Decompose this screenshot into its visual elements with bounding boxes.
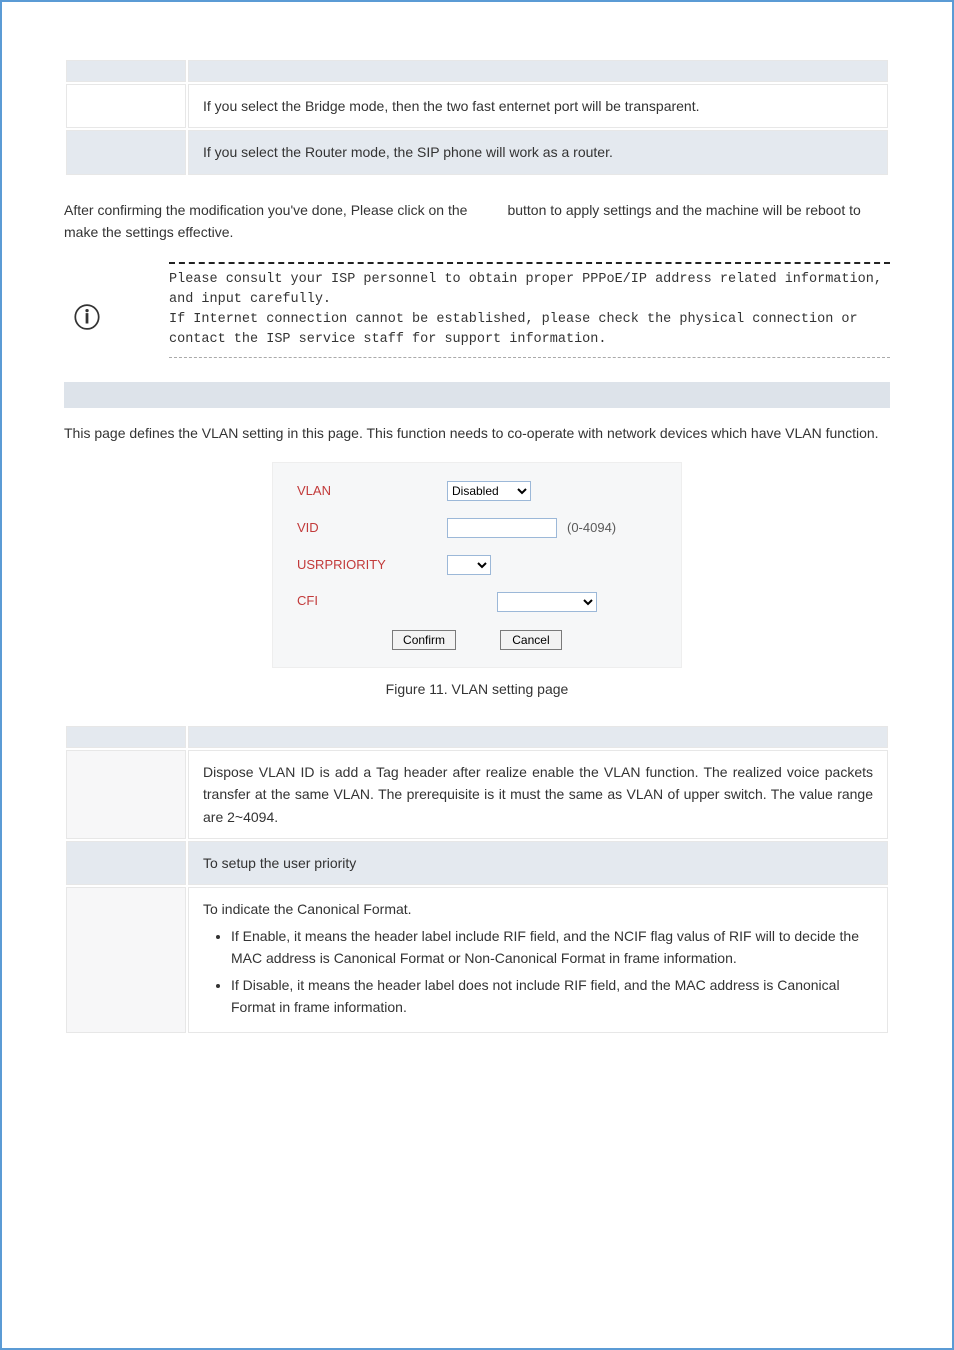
vlan-enable-label: VLAN	[297, 481, 447, 502]
info-icon: ⓘ	[64, 262, 104, 340]
vid-range-label: (0-4094)	[567, 518, 616, 539]
spec-vid-text: Dispose VLAN ID is add a Tag header afte…	[188, 750, 888, 839]
section-banner	[64, 382, 890, 408]
usrpriority-select[interactable]	[447, 555, 491, 575]
spec-usrpriority-text: To setup the user priority	[188, 841, 888, 885]
mode-description-table: If you select the Bridge mode, then the …	[64, 58, 890, 177]
apply-instruction-part1: After confirming the modification you've…	[64, 202, 467, 218]
router-row-label	[66, 130, 186, 174]
spec-cfi-cell: To indicate the Canonical Format. If Ena…	[188, 887, 888, 1033]
vlan-intro-paragraph: This page defines the VLAN setting in th…	[64, 422, 890, 444]
usrpriority-label: USRPRIORITY	[297, 555, 447, 576]
note-text: Please consult your ISP personnel to obt…	[169, 262, 890, 358]
router-mode-description: If you select the Router mode, the SIP p…	[188, 130, 888, 174]
vlan-enable-select[interactable]: Disabled	[447, 481, 531, 501]
figure-caption: Figure 11. VLAN setting page	[64, 678, 890, 700]
spec-header-desc	[188, 726, 888, 748]
note-block: ⓘ Please consult your ISP personnel to o…	[64, 262, 890, 358]
cancel-button[interactable]: Cancel	[500, 630, 562, 650]
spec-cfi-bullet-disable: If Disable, it means the header label do…	[231, 974, 873, 1019]
spec-cfi-intro: To indicate the Canonical Format.	[203, 898, 873, 920]
cfi-select[interactable]	[497, 592, 597, 612]
vid-label: VID	[297, 518, 447, 539]
spec-cfi-label	[66, 887, 186, 1033]
spec-vid-label	[66, 750, 186, 839]
vid-input[interactable]	[447, 518, 557, 538]
vlan-spec-table: Dispose VLAN ID is add a Tag header afte…	[64, 724, 890, 1036]
bridge-label-cell	[66, 60, 186, 82]
bridge-row-label	[66, 84, 186, 128]
vlan-settings-panel: VLAN Disabled VID (0-4094) USRPRIORITY C…	[272, 462, 682, 668]
confirm-button[interactable]: Confirm	[392, 630, 456, 650]
apply-instruction-paragraph: After confirming the modification you've…	[64, 199, 890, 244]
cfi-label: CFI	[297, 591, 447, 612]
bridge-mode-description: If you select the Bridge mode, then the …	[188, 84, 888, 128]
spec-usrpriority-label	[66, 841, 186, 885]
spec-header-label	[66, 726, 186, 748]
spec-cfi-bullet-enable: If Enable, it means the header label inc…	[231, 925, 873, 970]
bridge-header-cell	[188, 60, 888, 82]
